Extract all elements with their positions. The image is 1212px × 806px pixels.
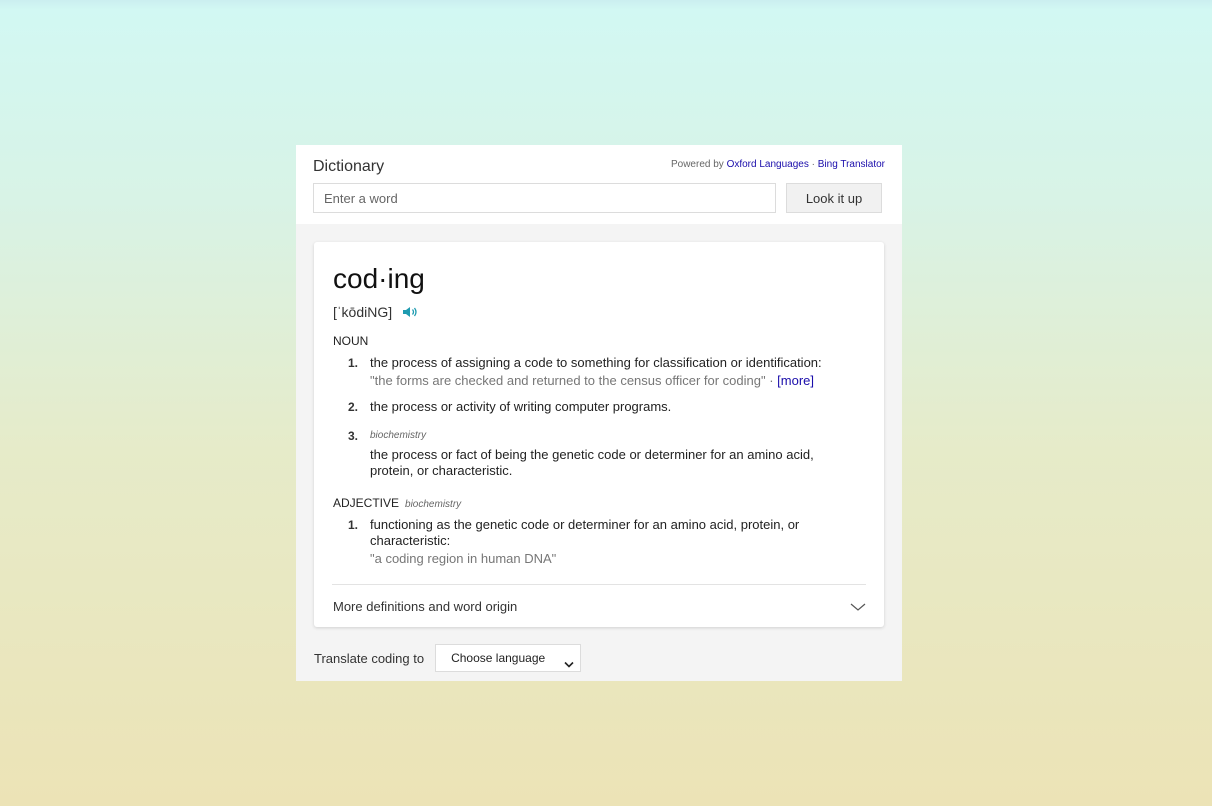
adjective-sense-1: 1. functioning as the genetic code or de… (348, 517, 848, 567)
definition-card: cod·ing [ˈkōdiNG] NOUN 1. the process of… (314, 242, 884, 627)
dictionary-title: Dictionary (313, 158, 385, 175)
sense-example: "a coding region in human DNA" (370, 551, 557, 566)
adjective-domain: biochemistry (405, 499, 462, 510)
sense-number: 3. (348, 429, 359, 443)
dictionary-panel: Dictionary Powered by Oxford Languages ·… (296, 145, 902, 681)
dictionary-header: Dictionary Powered by Oxford Languages ·… (296, 145, 902, 224)
powered-by-label: Powered by (670, 159, 724, 170)
more-definitions-toggle[interactable]: More definitions and word origin (314, 585, 884, 625)
word-search-input[interactable] (313, 183, 776, 213)
sense-example: "the forms are checked and returned to t… (370, 373, 766, 388)
sense-text: functioning as the genetic code or deter… (370, 517, 800, 548)
speaker-icon[interactable] (402, 305, 420, 319)
oxford-languages-link[interactable]: Oxford Languages (727, 159, 809, 170)
language-select[interactable]: Choose language (435, 644, 582, 672)
sense-number: 1. (348, 518, 359, 532)
pronunciation-row: [ˈkōdiNG] (333, 304, 420, 320)
sense-number: 1. (348, 356, 359, 370)
noun-sense-1: 1. the process of assigning a code to so… (348, 355, 848, 389)
sense-domain: biochemistry (370, 430, 427, 441)
more-examples-link[interactable]: [more] (777, 373, 814, 388)
look-it-up-button[interactable]: Look it up (786, 183, 882, 213)
language-select-value: Choose language (451, 651, 546, 665)
translate-row: Translate coding to Choose language (314, 644, 582, 672)
sense-text: the process of assigning a code to somet… (370, 355, 822, 370)
adjective-label: ADJECTIVE (333, 496, 400, 510)
example-separator: · (765, 373, 778, 388)
more-definitions-label: More definitions and word origin (333, 599, 518, 614)
pronunciation: [ˈkōdiNG] (333, 304, 393, 320)
bing-translator-link[interactable]: Bing Translator (818, 159, 885, 170)
noun-sense-3: 3. biochemistry the process or fact of b… (348, 428, 848, 479)
adjective-label-row: ADJECTIVE biochemistry (333, 496, 461, 510)
sense-number: 2. (348, 400, 359, 414)
chevron-down-icon (564, 655, 574, 668)
sense-text: the process or fact of being the genetic… (370, 447, 814, 478)
noun-label: NOUN (333, 334, 369, 348)
powered-by: Powered by Oxford Languages · Bing Trans… (671, 159, 885, 170)
noun-sense-2: 2. the process or activity of writing co… (348, 399, 848, 415)
chevron-down-icon (850, 599, 866, 611)
translate-label: Translate coding to (314, 650, 425, 666)
sense-text: the process or activity of writing compu… (370, 399, 672, 414)
sense-example-row: "the forms are checked and returned to t… (370, 373, 848, 389)
powered-by-separator: · (808, 159, 818, 170)
headword: cod·ing (333, 263, 425, 294)
